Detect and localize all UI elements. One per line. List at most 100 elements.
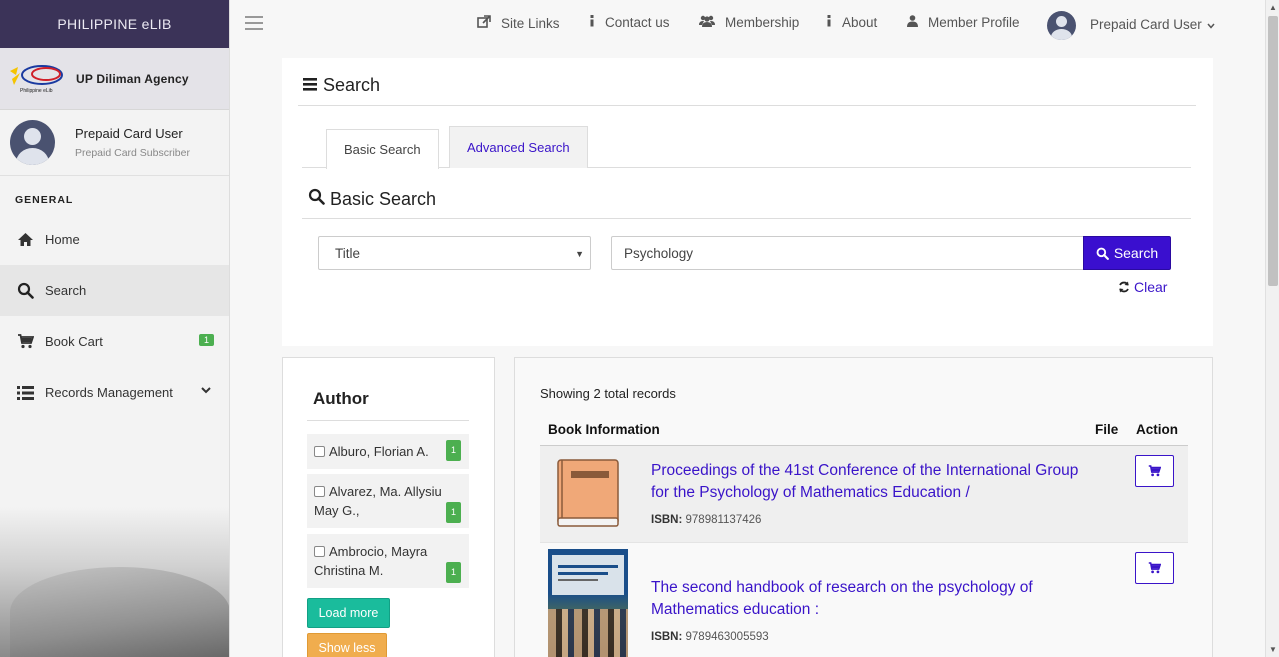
sidebar-item-label: Search	[45, 283, 87, 298]
table-row: Proceedings of the 41st Conference of th…	[540, 446, 1188, 542]
avatar	[10, 120, 55, 165]
book-isbn: ISBN: 9789463005593	[651, 631, 769, 643]
author-count-badge: 1	[445, 502, 461, 523]
clear-label: Clear	[1134, 279, 1168, 295]
section-title: Basic Search	[308, 188, 436, 210]
about-link[interactable]: About	[826, 15, 877, 30]
filter-title: Author	[313, 389, 369, 408]
add-to-cart-button[interactable]	[1135, 455, 1174, 487]
sidebar-item-label: Book Cart	[45, 334, 103, 349]
author-filter-item[interactable]: Alvarez, Ma. Allysiu May G., 1	[307, 474, 469, 528]
table-row: The second handbook of research on the p…	[540, 542, 1188, 657]
author-checkbox[interactable]	[314, 486, 325, 497]
refresh-icon	[1118, 281, 1130, 293]
sidebar: PHILIPPINE eLIB Philippine eLib UP Dilim…	[0, 0, 230, 657]
search-icon	[1096, 247, 1109, 260]
chevron-down-icon	[1207, 17, 1215, 32]
tab-basic-search[interactable]: Basic Search	[326, 129, 439, 169]
membership-label: Membership	[725, 15, 800, 30]
user-menu-label: Prepaid Card User	[1090, 17, 1202, 32]
divider	[302, 218, 1191, 219]
user-name: Prepaid Card User	[75, 126, 183, 141]
contact-us-link[interactable]: Contact us	[589, 15, 670, 30]
author-count-badge: 1	[445, 562, 461, 583]
author-name: Alvarez, Ma. Allysiu May G.,	[314, 484, 442, 518]
bars-icon	[303, 75, 317, 96]
top-navigation: Site Links Contact us Membership About M…	[231, 0, 1265, 48]
brand-title[interactable]: PHILIPPINE eLIB	[0, 0, 229, 48]
menu-toggle-icon[interactable]	[245, 16, 263, 30]
sidebar-item-search[interactable]: Search	[0, 265, 229, 316]
search-icon	[15, 282, 35, 299]
page-scrollbar[interactable]: ▲ ▼	[1265, 0, 1279, 657]
scroll-down-icon[interactable]: ▼	[1269, 645, 1277, 654]
results-panel: Showing 2 total records Book Information…	[514, 357, 1213, 657]
search-icon	[308, 188, 325, 210]
author-filter-item[interactable]: Alburo, Florian A. 1	[307, 434, 469, 469]
search-input[interactable]: Psychology	[611, 236, 1084, 270]
elib-logo: Philippine eLib	[8, 61, 66, 97]
cart-icon	[15, 334, 35, 350]
isbn-value: 9789463005593	[685, 631, 769, 643]
search-field-select[interactable]: Title ▼	[318, 236, 591, 270]
sidebar-item-home[interactable]: Home	[0, 214, 229, 265]
scroll-up-icon[interactable]: ▲	[1269, 3, 1277, 12]
author-checkbox[interactable]	[314, 546, 325, 557]
user-icon	[907, 15, 918, 30]
book-isbn: ISBN: 978981137426	[651, 514, 761, 526]
column-header-file: File	[1095, 422, 1119, 437]
isbn-label: ISBN:	[651, 631, 683, 643]
sidebar-item-records-management[interactable]: Records Management	[0, 367, 229, 418]
book-icon	[556, 458, 620, 530]
isbn-label: ISBN:	[651, 514, 683, 526]
author-filter-panel: Author Alburo, Florian A. 1 Alvarez, Ma.…	[282, 357, 495, 657]
tab-advanced-search[interactable]: Advanced Search	[449, 126, 588, 168]
sidebar-background-image	[0, 507, 229, 657]
about-label: About	[842, 15, 878, 30]
results-summary: Showing 2 total records	[540, 386, 676, 401]
search-field-value: Title	[335, 245, 361, 261]
info-icon	[826, 15, 832, 30]
membership-link[interactable]: Membership	[699, 15, 799, 30]
book-title-link[interactable]: Proceedings of the 41st Conference of th…	[651, 460, 1091, 504]
site-links-link[interactable]: Site Links	[477, 15, 560, 31]
member-profile-link[interactable]: Member Profile	[907, 15, 1020, 30]
avatar[interactable]	[1047, 11, 1076, 40]
scrollbar-thumb[interactable]	[1268, 16, 1278, 286]
add-to-cart-button[interactable]	[1135, 552, 1174, 584]
user-profile: Prepaid Card User Prepaid Card Subscribe…	[0, 110, 229, 176]
user-menu-dropdown[interactable]: Prepaid Card User	[1090, 17, 1215, 32]
home-icon	[15, 232, 35, 248]
search-button[interactable]: Search	[1083, 236, 1171, 270]
chevron-down-icon	[201, 385, 211, 397]
agency-name: UP Diliman Agency	[76, 71, 189, 86]
list-icon	[15, 385, 35, 401]
author-filter-item[interactable]: Ambrocio, Mayra Christina M. 1	[307, 534, 469, 588]
divider	[307, 420, 469, 421]
users-icon	[699, 15, 715, 30]
section-title-text: Basic Search	[330, 188, 437, 209]
show-less-button[interactable]: Show less	[307, 633, 387, 657]
site-links-label: Site Links	[501, 15, 560, 31]
info-icon	[589, 15, 595, 30]
cart-count-badge: 1	[198, 334, 214, 346]
column-header-action: Action	[1136, 422, 1178, 437]
sidebar-item-book-cart[interactable]: Book Cart 1	[0, 316, 229, 367]
member-profile-label: Member Profile	[928, 15, 1020, 30]
author-checkbox[interactable]	[314, 446, 325, 457]
clear-link[interactable]: Clear	[1118, 279, 1167, 295]
external-link-icon	[477, 15, 491, 31]
search-button-label: Search	[1113, 245, 1159, 261]
sidebar-item-label: Home	[45, 232, 80, 247]
user-role: Prepaid Card Subscriber	[75, 147, 190, 159]
divider	[298, 105, 1196, 106]
isbn-value: 978981137426	[685, 514, 762, 526]
cart-icon	[1148, 465, 1161, 477]
book-title-link[interactable]: The second handbook of research on the p…	[651, 577, 1091, 621]
logo-caption: Philippine eLib	[20, 87, 53, 94]
load-more-button[interactable]: Load more	[307, 598, 390, 628]
book-cover-image	[548, 549, 628, 657]
author-name: Alburo, Florian A.	[329, 444, 429, 459]
contact-us-label: Contact us	[605, 15, 670, 30]
sidebar-item-label: Records Management	[45, 385, 173, 400]
